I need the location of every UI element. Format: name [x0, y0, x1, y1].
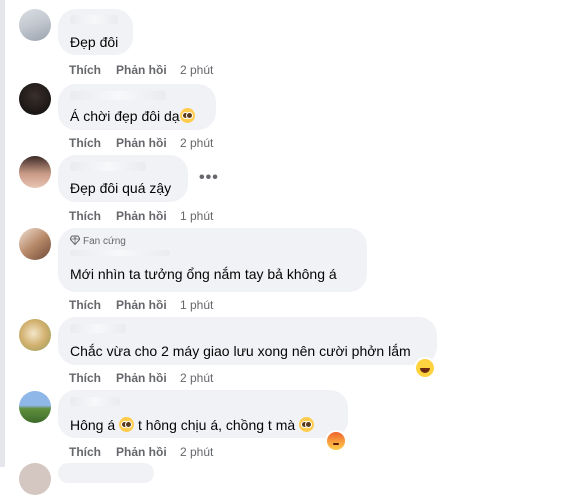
avatar[interactable] [19, 156, 51, 188]
reply-button[interactable]: Phản hồi [116, 209, 167, 223]
pleading-face-emoji [179, 108, 195, 123]
avatar[interactable] [19, 463, 51, 495]
like-button[interactable]: Thích [69, 136, 101, 150]
comment-bubble: Fan cứng Mới nhìn ta tưởng ổng nắm tay b… [58, 228, 367, 292]
like-button[interactable]: Thích [69, 209, 101, 223]
author-name[interactable] [70, 91, 166, 100]
top-fan-badge: Fan cứng [70, 235, 126, 247]
like-button[interactable]: Thích [69, 63, 101, 77]
comment-time[interactable]: 2 phút [180, 63, 213, 77]
comment-bubble: Đẹp đôi quá zậy [58, 155, 188, 202]
haha-reaction[interactable] [414, 357, 436, 379]
avatar[interactable] [19, 228, 51, 260]
comment-bubble: Hông á t hông chịu á, chồng t mà [58, 390, 348, 438]
comment-text: Á chời đẹp đôi dạ [70, 108, 195, 124]
comment-text: Đẹp đôi [70, 34, 119, 50]
more-dots-icon[interactable]: ••• [199, 169, 219, 187]
author-name[interactable] [70, 397, 120, 406]
author-name[interactable] [70, 15, 118, 24]
like-button[interactable]: Thích [69, 298, 101, 312]
avatar[interactable] [19, 9, 51, 41]
author-name[interactable] [70, 250, 170, 256]
author-name[interactable] [70, 162, 146, 171]
reply-button[interactable]: Phản hồi [116, 371, 167, 385]
reply-button[interactable]: Phản hồi [116, 298, 167, 312]
comment-time[interactable]: 1 phút [180, 298, 213, 312]
comment-bubble [58, 463, 154, 483]
reply-button[interactable]: Phản hồi [116, 136, 167, 150]
comment-time[interactable]: 1 phút [180, 209, 213, 223]
comment-text: Hông á t hông chịu á, chồng t mà [70, 417, 315, 433]
comment-bubble: Chắc vừa cho 2 máy giao lưu xong nên cườ… [58, 317, 437, 365]
comment-text: Mới nhìn ta tưởng ổng nắm tay bả không á [70, 266, 337, 282]
author-name[interactable] [70, 324, 126, 333]
angry-reaction[interactable] [325, 430, 347, 452]
avatar[interactable] [19, 319, 51, 351]
comment-time[interactable]: 2 phút [180, 136, 213, 150]
reply-button[interactable]: Phản hồi [116, 63, 167, 77]
diamond-icon [70, 235, 80, 245]
like-button[interactable]: Thích [69, 445, 101, 459]
comment-time[interactable]: 2 phút [180, 445, 213, 459]
avatar[interactable] [19, 83, 51, 115]
comment-bubble: Đẹp đôi [58, 9, 133, 55]
comment-text: Chắc vừa cho 2 máy giao lưu xong nên cườ… [70, 343, 411, 359]
reply-button[interactable]: Phản hồi [116, 445, 167, 459]
comment-time[interactable]: 2 phút [180, 371, 213, 385]
avatar[interactable] [19, 391, 51, 423]
pleading-face-emoji [299, 417, 315, 432]
comment-text: Đẹp đôi quá zậy [70, 180, 172, 196]
comment-bubble: Á chời đẹp đôi dạ [58, 84, 216, 130]
pleading-face-emoji [119, 417, 135, 432]
like-button[interactable]: Thích [69, 371, 101, 385]
left-edge-divider [0, 0, 5, 467]
